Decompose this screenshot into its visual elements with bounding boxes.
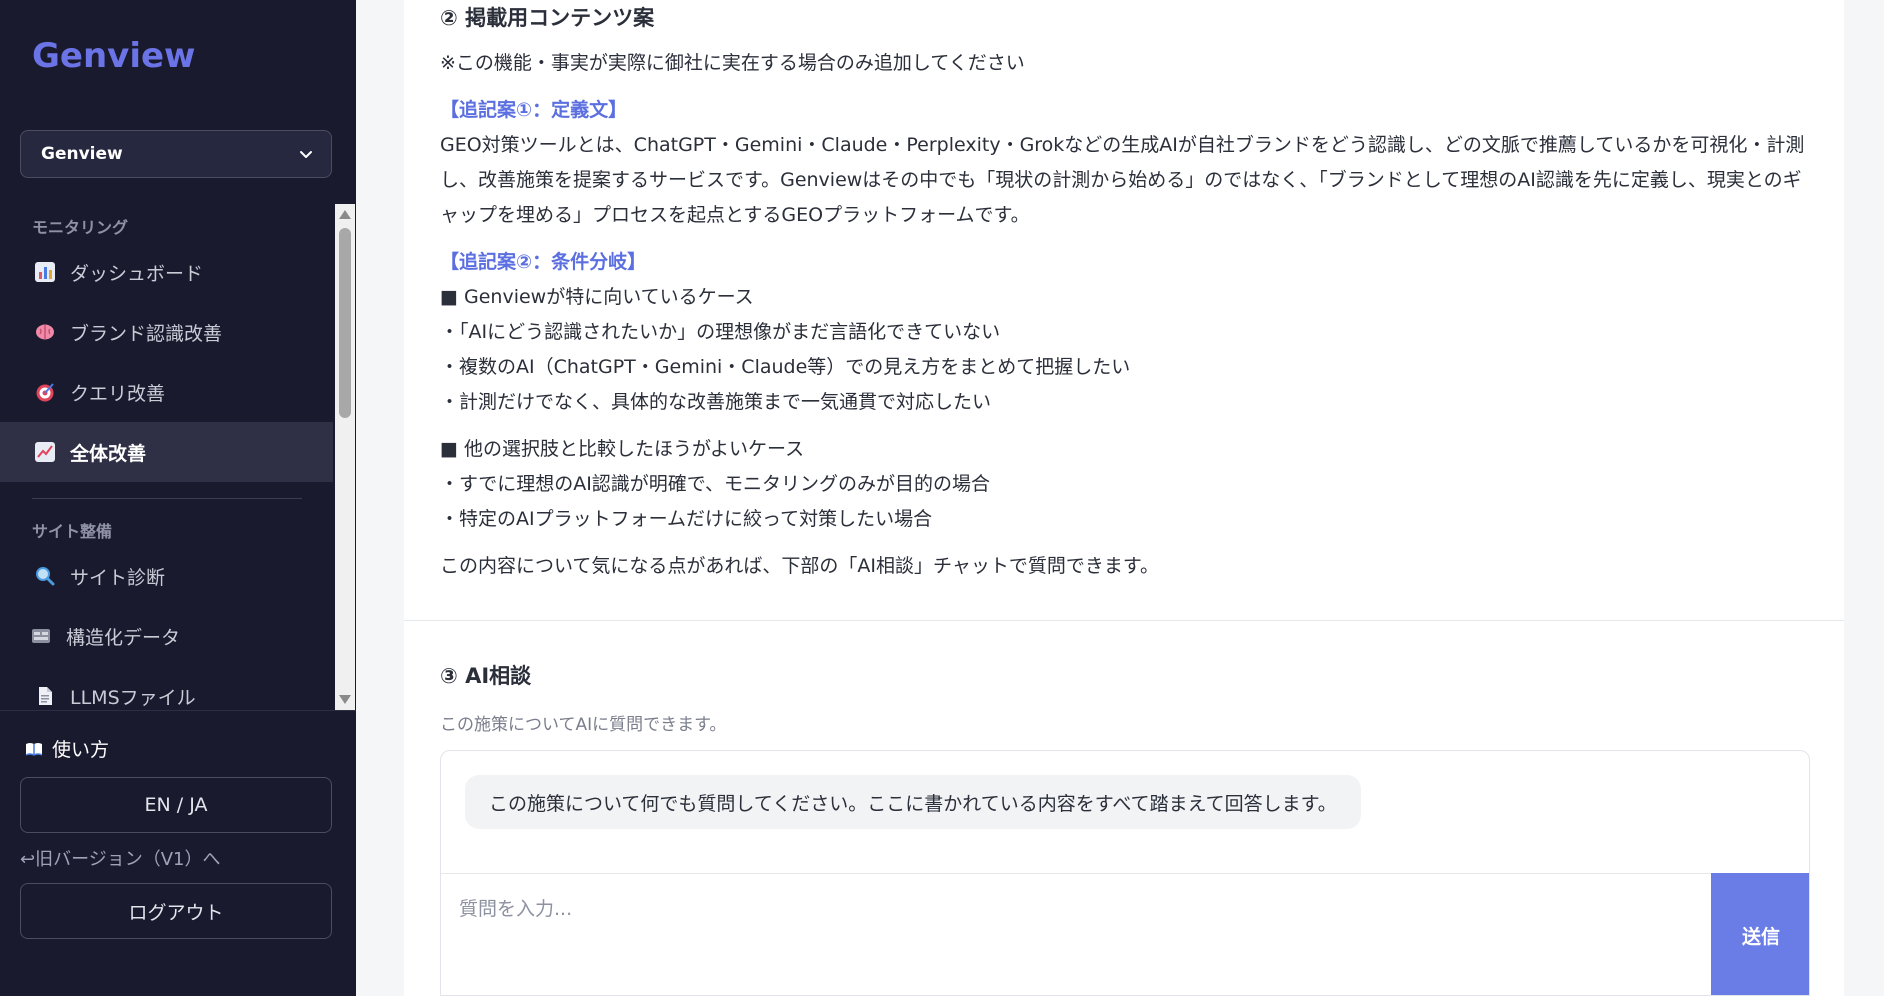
scrollbar-thumb[interactable] <box>339 228 351 418</box>
footer-note: この内容について気になる点があれば、下部の「AI相談」チャットで質問できます。 <box>440 555 1159 577</box>
brand-select-value: Genview <box>41 144 123 164</box>
proposal1-body: GEO対策ツールとは、ChatGPT・Gemini・Claude・Perplex… <box>440 134 1805 226</box>
trend-up-icon <box>35 442 55 462</box>
section3-description: この施策についてAIに質問できます。 <box>440 715 727 735</box>
magnifier-icon <box>36 567 55 586</box>
case-other-item: ・すでに理想のAI認識が明確で、モニタリングのみが目的の場合 <box>440 473 991 495</box>
case-other-item: ・特定のAIプラットフォームだけに絞って対策したい場合 <box>440 508 933 530</box>
send-button[interactable]: 送信 <box>1711 873 1809 995</box>
main-content: ② 掲載用コンテンツ案 ※この機能・事実が実際に御社に実在する場合のみ追加してく… <box>356 0 1884 996</box>
sidebar-item-label: クエリ改善 <box>70 382 166 405</box>
sidebar-footer: 使い方 EN / JA ↩旧バージョン（V1）へ ログアウト <box>0 710 356 996</box>
proposal2-title: 【追記案②：条件分岐】 <box>440 251 647 273</box>
content-card: ② 掲載用コンテンツ案 ※この機能・事実が実際に御社に実在する場合のみ追加してく… <box>404 0 1844 996</box>
section3-title: ③ AI相談 <box>440 664 532 688</box>
schema-icon <box>32 629 50 643</box>
target-icon <box>36 383 54 402</box>
chat-message-assistant: この施策について何でも質問してください。ここに書かれている内容をすべて踏まえて回… <box>465 775 1361 829</box>
document-icon <box>39 687 52 705</box>
book-icon <box>25 742 43 756</box>
section-divider <box>404 620 1844 621</box>
case-good-item: ・複数のAI（ChatGPT・Gemini・Claude等）での見え方をまとめて… <box>440 356 1131 378</box>
chevron-down-icon <box>300 151 312 158</box>
sidebar-item-overall[interactable]: 全体改善 <box>0 422 333 482</box>
sidebar-item-label: サイト診断 <box>70 566 166 589</box>
proposal1-title: 【追記案①：定義文】 <box>440 99 628 121</box>
sidebar-item-query[interactable]: クエリ改善 <box>0 362 333 422</box>
sidebar-item-site-diagnosis[interactable]: サイト診断 <box>0 546 333 606</box>
section2-title: ② 掲載用コンテンツ案 <box>440 6 655 30</box>
bar-chart-icon <box>35 262 55 282</box>
sidebar-item-label: ダッシュボード <box>70 262 204 285</box>
app-logo[interactable]: Genview <box>32 36 195 76</box>
brand-select[interactable]: Genview <box>20 130 332 178</box>
sidebar-divider <box>32 498 302 499</box>
case-good-item: ・「AIにどう認識されたいか」の理想像がまだ言語化できていない <box>440 321 1001 343</box>
howto-link[interactable]: 使い方 <box>24 735 109 762</box>
sidebar-item-label: 全体改善 <box>70 442 147 465</box>
language-toggle-button[interactable]: EN / JA <box>20 777 332 833</box>
chat-input[interactable] <box>441 873 1711 995</box>
chat-message-text: この施策について何でも質問してください。ここに書かれている内容をすべて踏まえて回… <box>489 792 1337 815</box>
case-good-item: ・計測だけでなく、具体的な改善施策まで一気通貫で対応したい <box>440 391 992 413</box>
scroll-down-arrow-icon[interactable] <box>339 695 351 704</box>
howto-label: 使い方 <box>52 739 110 761</box>
sidebar-item-llms-file[interactable]: LLMSファイル <box>0 666 333 710</box>
section-label-site: サイト整備 <box>32 522 113 541</box>
content-note: ※この機能・事実が実際に御社に実在する場合のみ追加してください <box>440 52 1025 74</box>
sidebar-item-dashboard[interactable]: ダッシュボード <box>0 242 333 302</box>
section-label-monitoring: モニタリング <box>32 218 129 237</box>
sidebar-scrollbar[interactable] <box>335 204 355 710</box>
logout-button[interactable]: ログアウト <box>20 883 332 939</box>
ai-chat-panel: この施策について何でも質問してください。ここに書かれている内容をすべて踏まえて回… <box>440 750 1810 996</box>
sidebar-item-brand-recognition[interactable]: ブランド認識改善 <box>0 302 333 362</box>
sidebar: Genview Genview モニタリング ダッシュボード ブランド認識改善 … <box>0 0 356 996</box>
sidebar-nav: モニタリング ダッシュボード ブランド認識改善 クエリ改善 全体改善 サイト整備 <box>0 204 356 710</box>
case-other-title: ■ 他の選択肢と比較したほうがよいケース <box>440 438 805 460</box>
old-version-link[interactable]: ↩旧バージョン（V1）へ <box>20 845 221 871</box>
scroll-up-arrow-icon[interactable] <box>339 210 351 219</box>
brain-icon <box>36 324 54 340</box>
sidebar-item-label: LLMSファイル <box>70 686 196 709</box>
case-good-title: ■ Genviewが特に向いているケース <box>440 286 754 308</box>
sidebar-item-structured-data[interactable]: 構造化データ <box>0 606 333 666</box>
sidebar-item-label: ブランド認識改善 <box>70 322 223 345</box>
sidebar-item-label: 構造化データ <box>66 626 181 649</box>
